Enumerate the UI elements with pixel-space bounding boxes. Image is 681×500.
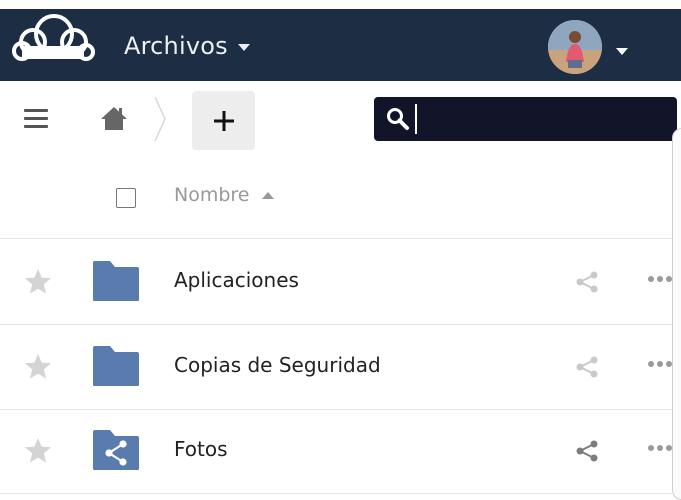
chevron-down-icon bbox=[237, 44, 250, 51]
toolbar bbox=[0, 81, 681, 156]
shared-folder-icon bbox=[93, 430, 139, 470]
file-name[interactable]: Copias de Seguridad bbox=[174, 353, 381, 377]
sort-ascending-icon bbox=[261, 191, 274, 199]
file-name[interactable]: Aplicaciones bbox=[174, 268, 299, 292]
new-button[interactable] bbox=[192, 91, 255, 150]
search-icon bbox=[387, 108, 409, 130]
hamburger-icon[interactable] bbox=[24, 109, 48, 129]
star-icon[interactable] bbox=[24, 268, 52, 295]
plus-icon bbox=[213, 110, 234, 131]
more-options-icon[interactable] bbox=[648, 445, 672, 455]
side-panel-edge[interactable] bbox=[672, 128, 681, 500]
file-row[interactable]: Copias de Seguridad bbox=[0, 325, 672, 410]
column-name-label: Nombre bbox=[174, 184, 250, 206]
share-icon[interactable] bbox=[575, 270, 599, 294]
file-name[interactable]: Fotos bbox=[174, 437, 228, 461]
file-row[interactable]: Aplicaciones bbox=[0, 240, 672, 325]
search-box[interactable] bbox=[374, 97, 677, 141]
app-header: Archivos bbox=[0, 9, 681, 81]
app-title: Archivos bbox=[124, 32, 228, 60]
sort-by-name[interactable]: Nombre bbox=[174, 184, 274, 206]
share-icon[interactable] bbox=[575, 355, 599, 379]
chevron-down-icon[interactable] bbox=[616, 48, 628, 55]
search-input[interactable] bbox=[414, 101, 669, 137]
home-icon[interactable] bbox=[100, 105, 128, 131]
folder-icon bbox=[93, 261, 139, 301]
cloud-logo-icon[interactable] bbox=[10, 12, 96, 62]
avatar-image bbox=[548, 20, 602, 74]
share-icon[interactable] bbox=[575, 439, 599, 463]
breadcrumb-separator bbox=[154, 96, 166, 142]
more-options-icon[interactable] bbox=[648, 276, 672, 286]
folder-icon bbox=[93, 346, 139, 386]
top-strip bbox=[0, 0, 681, 9]
select-all-checkbox[interactable] bbox=[116, 188, 136, 208]
text-cursor bbox=[415, 104, 417, 134]
user-avatar[interactable] bbox=[548, 20, 602, 74]
file-list-header: Nombre bbox=[0, 156, 672, 239]
file-row[interactable]: Fotos bbox=[0, 409, 672, 494]
app-menu-toggle[interactable]: Archivos bbox=[124, 31, 250, 61]
more-options-icon[interactable] bbox=[648, 361, 672, 371]
star-icon[interactable] bbox=[24, 437, 52, 464]
star-icon[interactable] bbox=[24, 353, 52, 380]
